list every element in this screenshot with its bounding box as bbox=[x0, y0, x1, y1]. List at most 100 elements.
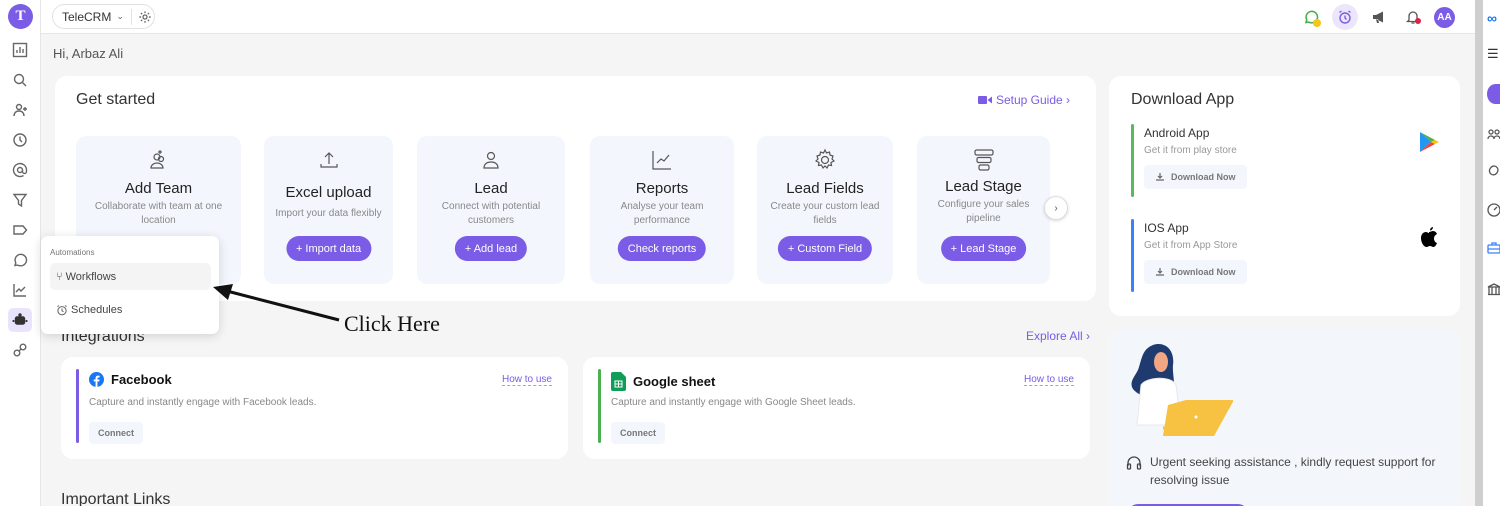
download-app-card: Download App Android App Get it from pla… bbox=[1109, 76, 1460, 316]
app-name: IOS App bbox=[1144, 221, 1189, 235]
google-sheet-how-to-use-link[interactable]: How to use bbox=[1023, 374, 1074, 386]
link-icon[interactable] bbox=[8, 338, 32, 362]
download-label: Download Now bbox=[1171, 172, 1236, 182]
tile-title: Lead bbox=[474, 180, 508, 197]
tag-icon[interactable] bbox=[8, 218, 32, 242]
android-download-button[interactable]: Download Now bbox=[1144, 165, 1247, 189]
workspace-selector[interactable]: TeleCRM ⌄ bbox=[52, 4, 155, 29]
mouse-icon[interactable] bbox=[1487, 162, 1500, 176]
integration-name: Google sheet bbox=[633, 374, 716, 389]
google-sheets-icon bbox=[611, 372, 626, 391]
google-sheet-connect-button[interactable]: Connect bbox=[611, 422, 665, 444]
chevron-right-icon: › bbox=[1054, 202, 1058, 214]
whatsapp-icon[interactable] bbox=[8, 248, 32, 272]
clock-icon[interactable] bbox=[8, 128, 32, 152]
tile-excel-upload: Excel upload Import your data flexibly +… bbox=[264, 136, 393, 284]
important-links-title: Important Links bbox=[61, 491, 171, 506]
get-started-title: Get started bbox=[76, 91, 156, 108]
whatsapp-status-icon[interactable] bbox=[1298, 4, 1324, 30]
filter-icon[interactable] bbox=[8, 188, 32, 212]
support-button[interactable] bbox=[1128, 504, 1248, 506]
carousel-next-button[interactable]: › bbox=[1044, 196, 1068, 220]
apple-icon[interactable] bbox=[1417, 225, 1441, 249]
users-icon[interactable] bbox=[1487, 128, 1500, 142]
speedometer-icon[interactable] bbox=[1487, 203, 1500, 217]
google-play-icon[interactable] bbox=[1417, 130, 1441, 154]
app-name: Android App bbox=[1144, 126, 1210, 140]
menu-item-schedules[interactable]: Schedules bbox=[50, 296, 211, 323]
video-camera-icon bbox=[977, 96, 992, 104]
line-chart-icon bbox=[650, 148, 674, 172]
page-scrollbar[interactable] bbox=[1475, 0, 1483, 506]
facebook-connect-button[interactable]: Connect bbox=[89, 422, 143, 444]
explore-all-link[interactable]: Explore All › bbox=[1026, 329, 1090, 343]
menu-item-workflows[interactable]: ⑂ Workflows bbox=[50, 263, 211, 290]
briefcase-icon[interactable] bbox=[1487, 241, 1500, 255]
integration-header: Google sheet bbox=[611, 372, 715, 391]
automations-menu: Automations ⑂ Workflows Schedules bbox=[41, 236, 219, 334]
gear-icon bbox=[813, 148, 837, 172]
automation-robot-icon[interactable] bbox=[8, 308, 32, 332]
support-illustration bbox=[1131, 344, 1233, 436]
check-reports-button[interactable]: Check reports bbox=[617, 236, 707, 261]
trend-chart-icon[interactable] bbox=[8, 278, 32, 302]
user-avatar[interactable]: AA bbox=[1434, 6, 1455, 28]
support-message: Urgent seeking assistance , kindly reque… bbox=[1150, 455, 1436, 487]
search-icon[interactable] bbox=[8, 68, 32, 92]
telecrm-extension-icon[interactable] bbox=[1487, 84, 1500, 104]
hamburger-menu-icon[interactable]: ☰ bbox=[1487, 46, 1500, 61]
workspace-name: TeleCRM bbox=[62, 9, 112, 24]
annotation-arrow bbox=[213, 284, 340, 322]
notification-dot bbox=[1415, 18, 1421, 24]
user-icon bbox=[479, 148, 503, 172]
meta-logo-icon[interactable]: ∞ bbox=[1487, 10, 1500, 26]
tile-title: Lead Stage bbox=[945, 178, 1022, 195]
tile-lead-fields: Lead Fields Create your custom lead fiel… bbox=[757, 136, 893, 284]
extension-sidebar: ∞ ☰ bbox=[1483, 0, 1500, 506]
setup-guide-link[interactable]: Setup Guide › bbox=[977, 93, 1070, 107]
tile-desc: Connect with potential customers bbox=[441, 201, 541, 226]
left-sidebar: T bbox=[0, 0, 41, 506]
facebook-how-to-use-link[interactable]: How to use bbox=[501, 374, 552, 386]
workflow-branch-icon: ⑂ bbox=[56, 270, 63, 283]
tile-desc: Create your custom lead fields bbox=[770, 201, 880, 226]
chevron-down-icon: ⌄ bbox=[116, 11, 124, 21]
divider bbox=[130, 8, 132, 25]
support-card: Urgent seeking assistance , kindly reque… bbox=[1109, 330, 1460, 506]
notification-bell-icon[interactable] bbox=[1400, 4, 1426, 30]
facebook-integration-card: Facebook How to use Capture and instantl… bbox=[61, 357, 568, 459]
telecrm-logo[interactable]: T bbox=[8, 4, 33, 29]
download-label: Download Now bbox=[1171, 267, 1236, 277]
accent-bar bbox=[76, 369, 79, 443]
tile-title: Reports bbox=[635, 180, 689, 197]
import-data-button[interactable]: + Import data bbox=[285, 236, 372, 261]
android-app-row: Android App Get it from play store Downl… bbox=[1131, 124, 1441, 197]
add-user-icon[interactable] bbox=[8, 98, 32, 122]
add-team-icon bbox=[147, 148, 171, 172]
integration-header: Facebook bbox=[89, 372, 172, 387]
at-sign-icon[interactable] bbox=[8, 158, 32, 182]
integration-desc: Capture and instantly engage with Facebo… bbox=[89, 397, 317, 408]
app-subtitle: Get it from play store bbox=[1144, 145, 1237, 156]
megaphone-icon[interactable] bbox=[1366, 4, 1392, 30]
tile-reports: Reports Analyse your team performance Ch… bbox=[590, 136, 734, 284]
app-root: T TeleCRM ⌄ AA Hi, Arbaz Ali Get started… bbox=[0, 0, 1475, 506]
tile-title: Excel upload bbox=[285, 184, 372, 201]
facebook-icon bbox=[89, 372, 104, 387]
top-bar: TeleCRM ⌄ AA bbox=[41, 0, 1475, 34]
tile-lead: Lead Connect with potential customers + … bbox=[417, 136, 565, 284]
app-subtitle: Get it from App Store bbox=[1144, 240, 1238, 251]
add-lead-button[interactable]: + Add lead bbox=[454, 236, 528, 261]
tile-desc: Configure your sales pipeline bbox=[937, 199, 1030, 224]
bank-icon[interactable] bbox=[1487, 282, 1500, 296]
integration-desc: Capture and instantly engage with Google… bbox=[611, 397, 856, 408]
alarm-clock-icon[interactable] bbox=[1332, 4, 1358, 30]
lead-stage-button[interactable]: + Lead Stage bbox=[940, 236, 1027, 261]
tile-desc: Import your data flexibly bbox=[275, 208, 382, 219]
custom-field-button[interactable]: + Custom Field bbox=[777, 236, 873, 261]
ios-download-button[interactable]: Download Now bbox=[1144, 260, 1247, 284]
settings-gear-icon[interactable] bbox=[138, 10, 152, 24]
funnel-stack-icon bbox=[972, 148, 996, 172]
click-here-annotation: Click Here bbox=[344, 311, 440, 336]
reports-bar-icon[interactable] bbox=[8, 38, 32, 62]
